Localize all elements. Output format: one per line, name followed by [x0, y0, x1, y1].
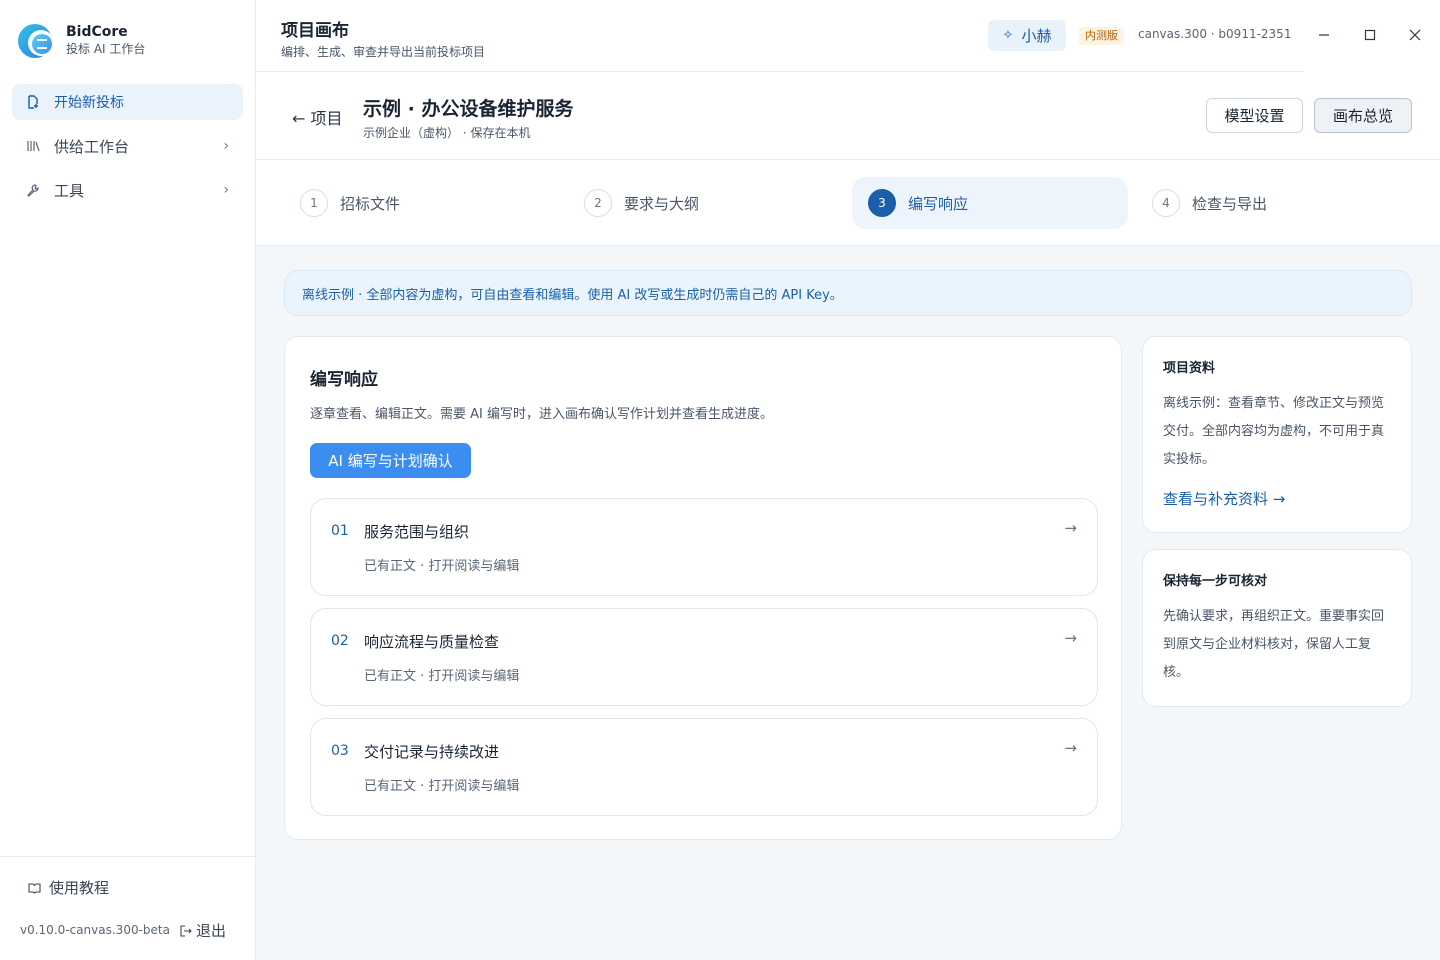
section-description: 已有正文 · 打开阅读与编辑 — [364, 559, 520, 574]
tutorial-link[interactable]: 使用教程 — [28, 877, 109, 898]
section-title: 服务范围与组织 — [364, 523, 470, 541]
project-title: 示例 · 办公设备维护服务 — [363, 98, 574, 120]
sparkle-icon: ✧ — [1002, 28, 1014, 43]
page-title: 项目画布 — [281, 21, 349, 41]
arrow-right-icon: → — [1064, 629, 1077, 647]
step-label: 编写响应 — [908, 194, 969, 213]
sidebar-item-new-bid[interactable]: 开始新投标 — [12, 84, 243, 120]
section-number: 02 — [331, 633, 349, 649]
build-info: canvas.300 · b0911-2351 — [1138, 27, 1292, 41]
project-header: ← 项目 示例 · 办公设备维护服务 示例企业（虚构） · 保存在本机 模型设置… — [256, 72, 1440, 160]
chevron-right-icon: › — [223, 138, 229, 154]
step-number: 3 — [868, 189, 896, 217]
beta-badge: 内测版 — [1079, 27, 1124, 45]
sidebar-item-tools[interactable]: 工具 › — [12, 172, 243, 208]
step-number: 2 — [584, 189, 612, 217]
library-icon — [27, 141, 40, 152]
logout-label: 退出 — [196, 922, 227, 940]
wrench-icon — [27, 184, 39, 197]
section-item-02[interactable]: 02 响应流程与质量检查 已有正文 · 打开阅读与编辑 → — [310, 608, 1098, 706]
top-bar: 项目画布 编排、生成、审查并导出当前投标项目 ✧ 小赫 内测版 canvas.3… — [256, 0, 1440, 72]
tab-step-4[interactable]: 4 检查与导出 — [1136, 177, 1412, 229]
card-subtitle: 逐章查看、编辑正文。需要 AI 编写时，进入画布确认写作计划并查看生成进度。 — [310, 407, 773, 422]
sidebar-nav: 开始新投标 供给工作台 › 工具 › — [12, 84, 243, 216]
section-title: 响应流程与质量检查 — [364, 633, 500, 651]
card-title: 编写响应 — [310, 370, 378, 390]
section-number: 01 — [331, 523, 349, 539]
tab-step-1[interactable]: 1 招标文件 — [284, 177, 560, 229]
side-card-title: 保持每一步可核对 — [1163, 574, 1268, 589]
logout-button[interactable]: 退出 — [180, 920, 226, 941]
sidebar-item-label: 开始新投标 — [54, 95, 124, 111]
offline-notice: 离线示例 · 全部内容为虚构，可自由查看和编辑。使用 AI 改写或生成时仍需自己… — [284, 270, 1412, 316]
step-tabs: 1 招标文件 2 要求与大纲 3 编写响应 4 检查与导出 — [256, 160, 1440, 246]
project-subtitle: 示例企业（虚构） · 保存在本机 — [363, 126, 531, 140]
maximize-button[interactable] — [1361, 26, 1379, 44]
version-text: v0.10.0-canvas.300-beta — [20, 923, 170, 937]
back-to-projects-link[interactable]: ← 项目 — [292, 105, 343, 129]
model-settings-button[interactable]: 模型设置 — [1206, 98, 1303, 133]
page-subtitle: 编排、生成、审查并导出当前投标项目 — [281, 45, 486, 59]
close-icon — [1409, 29, 1421, 41]
app-name: BidCore — [66, 24, 128, 40]
tab-step-2[interactable]: 2 要求与大纲 — [568, 177, 844, 229]
sidebar-item-label: 工具 — [54, 181, 85, 200]
section-description: 已有正文 · 打开阅读与编辑 — [364, 779, 520, 794]
sidebar: BidCore 投标 AI 工作台 开始新投标 供给工作台 › 工具 › 使用教… — [0, 0, 256, 960]
sidebar-item-supply-workbench[interactable]: 供给工作台 › — [12, 128, 243, 164]
chevron-right-icon: › — [223, 182, 229, 198]
tutorial-label: 使用教程 — [49, 879, 110, 897]
step-label: 要求与大纲 — [624, 194, 700, 213]
step-number: 4 — [1152, 189, 1180, 217]
side-card-title: 项目资料 — [1163, 361, 1216, 376]
arrow-right-icon: → — [1064, 739, 1077, 757]
side-card-text: 先确认要求，再组织正文。重要事实回到原文与企业材料核对，保留人工复核。 — [1163, 609, 1385, 680]
step-number: 1 — [300, 189, 328, 217]
section-item-01[interactable]: 01 服务范围与组织 已有正文 · 打开阅读与编辑 → — [310, 498, 1098, 596]
assistant-button[interactable]: ✧ 小赫 — [988, 20, 1066, 51]
section-description: 已有正文 · 打开阅读与编辑 — [364, 669, 520, 684]
ai-write-plan-button[interactable]: AI 编写与计划确认 — [310, 443, 471, 478]
logout-icon — [180, 924, 192, 937]
section-item-03[interactable]: 03 交付记录与持续改进 已有正文 · 打开阅读与编辑 → — [310, 718, 1098, 816]
section-number: 03 — [331, 743, 349, 759]
maximize-icon — [1364, 29, 1376, 41]
tab-step-3[interactable]: 3 编写响应 — [852, 177, 1128, 229]
side-card-text: 离线示例：查看章节、修改正文与预览交付。全部内容均为虚构，不可用于真实投标。 — [1163, 396, 1385, 467]
step-label: 检查与导出 — [1192, 194, 1268, 213]
book-icon — [28, 882, 41, 894]
section-title: 交付记录与持续改进 — [364, 743, 500, 761]
app-logo-icon — [18, 22, 56, 60]
step-label: 招标文件 — [340, 194, 401, 213]
verify-tip-card: 保持每一步可核对 先确认要求，再组织正文。重要事实回到原文与企业材料核对，保留人… — [1142, 549, 1412, 707]
arrow-right-icon: → — [1064, 519, 1077, 537]
assistant-label: 小赫 — [1021, 27, 1052, 45]
minimize-icon — [1319, 34, 1329, 36]
canvas-overview-button[interactable]: 画布总览 — [1314, 98, 1412, 133]
new-file-icon — [28, 95, 38, 109]
view-materials-link[interactable]: 查看与补充资料 → — [1163, 488, 1391, 509]
minimize-button[interactable] — [1315, 26, 1333, 44]
sidebar-item-label: 供给工作台 — [54, 137, 130, 156]
sidebar-footer: 使用教程 v0.10.0-canvas.300-beta 退出 — [0, 856, 255, 960]
app-subtitle: 投标 AI 工作台 — [66, 42, 146, 56]
brand: BidCore 投标 AI 工作台 — [18, 22, 145, 60]
project-info-card: 项目资料 离线示例：查看章节、修改正文与预览交付。全部内容均为虚构，不可用于真实… — [1142, 336, 1412, 533]
close-button[interactable] — [1406, 26, 1424, 44]
write-response-card: 编写响应 逐章查看、编辑正文。需要 AI 编写时，进入画布确认写作计划并查看生成… — [284, 336, 1122, 840]
